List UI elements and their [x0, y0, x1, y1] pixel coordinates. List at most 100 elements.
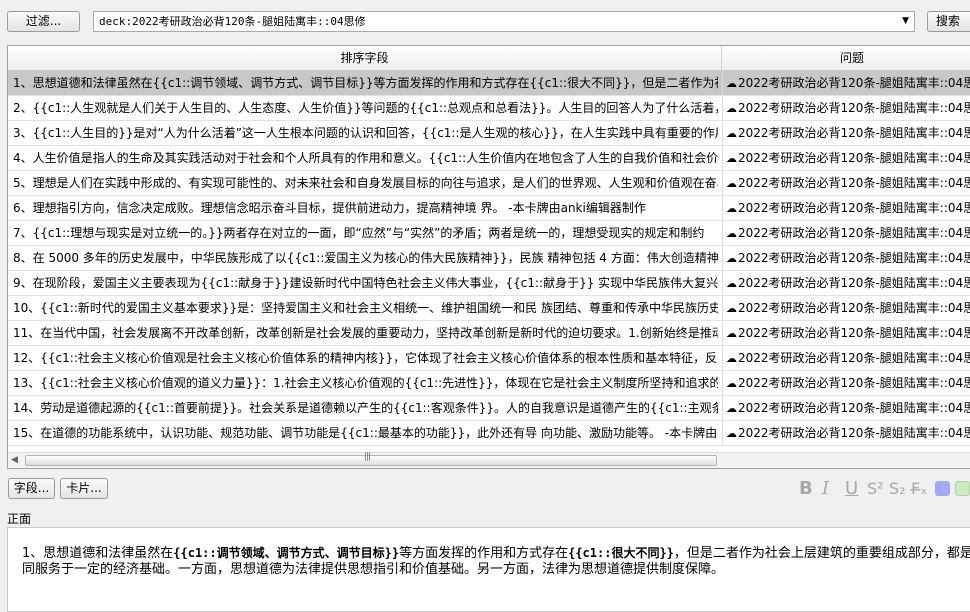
deck-search-dropdown[interactable]: deck:2022考研政治必背120条-腿姐陆寓丰::04思修 ▼ [93, 11, 915, 32]
table-row[interactable]: 13、{{c1::社会主义核心价值观的道义力量}}：1.社会主义核心价值观的{{… [8, 371, 970, 396]
filter-button[interactable]: 过滤... [7, 11, 80, 32]
question-text: 2022考研政治必背120条-腿姐陆寓丰::04思修 [738, 326, 970, 340]
cloud-icon: ☁ [726, 277, 737, 290]
question-text: 2022考研政治必背120条-腿姐陆寓丰::04思修 [738, 76, 970, 90]
chevron-down-icon[interactable]: ▼ [902, 12, 909, 31]
column-header-sort-field[interactable]: 排序字段 [8, 46, 722, 70]
cell-sort-field: 8、在 5000 多年的历史发展中，中华民族形成了以{{c1::爱国主义为核心的… [13, 251, 718, 265]
question-text: 2022考研政治必背120条-腿姐陆寓丰::04思修 [738, 176, 970, 190]
clear-format-icon[interactable]: F̶ₓ [911, 479, 927, 499]
search-button[interactable]: 搜索 [927, 11, 970, 32]
cell-sort-field: 10、{{c1::新时代的爱国主义基本要求}}是：坚持爱国主义和社会主义相统一、… [13, 301, 718, 315]
card-list-table: 排序字段 问题 1、思想道德和法律虽然在{{c1::调节领域、调节方式、调节目标… [7, 45, 970, 469]
cloud-icon: ☁ [726, 152, 737, 165]
question-text: 2022考研政治必背120条-腿姐陆寓丰::04思修 [738, 376, 970, 390]
question-text: 2022考研政治必背120条-腿姐陆寓丰::04思修 [738, 301, 970, 315]
cloud-icon: ☁ [726, 252, 737, 265]
cloud-icon: ☁ [726, 302, 737, 315]
table-row[interactable]: 9、在现阶段，爱国主义主要表现为{{c1::献身于}}建设新时代中国特色社会主义… [8, 271, 970, 296]
cell-question: ☁2022考研政治必背120条-腿姐陆寓丰::04思修 [722, 121, 970, 145]
text-color-swatch[interactable] [935, 481, 950, 496]
table-row[interactable]: 8、在 5000 多年的历史发展中，中华民族形成了以{{c1::爱国主义为核心的… [8, 246, 970, 271]
question-text: 2022考研政治必背120条-腿姐陆寓丰::04思修 [738, 101, 970, 115]
question-text: 2022考研政治必背120条-腿姐陆寓丰::04思修 [738, 426, 970, 440]
table-row[interactable]: 3、{{c1::人生目的}}是对“人为什么活着”这一人生根本问题的认识和回答，{… [8, 121, 970, 146]
cloud-icon: ☁ [726, 227, 737, 240]
cell-question: ☁2022考研政治必背120条-腿姐陆寓丰::04思修 [722, 171, 970, 195]
cell-sort-field: 4、人生价值是指人的生命及其实践活动对于社会和个人所具有的作用和意义。{{c1:… [13, 151, 718, 165]
cell-question: ☁2022考研政治必背120条-腿姐陆寓丰::04思修 [722, 346, 970, 370]
table-row[interactable]: 10、{{c1::新时代的爱国主义基本要求}}是：坚持爱国主义和社会主义相统一、… [8, 296, 970, 321]
cloud-icon: ☁ [726, 352, 737, 365]
cell-sort-field: 5、理想是人们在实践中形成的、有实现可能性的、对未来社会和自身发展目标的向往与追… [13, 176, 718, 190]
cell-question: ☁2022考研政治必背120条-腿姐陆寓丰::04思修 [722, 196, 970, 220]
cell-question: ☁2022考研政治必背120条-腿姐陆寓丰::04思修 [722, 96, 970, 120]
cards-button[interactable]: 卡片... [60, 478, 108, 499]
table-row[interactable]: 15、在道德的功能系统中，认识功能、规范功能、调节功能是{{c1::最基本的功能… [8, 421, 970, 446]
table-row[interactable]: 4、人生价值是指人的生命及其实践活动对于社会和个人所具有的作用和意义。{{c1:… [8, 146, 970, 171]
grip-icon: ||| [364, 452, 371, 462]
fields-button[interactable]: 字段... [8, 478, 55, 499]
cell-question: ☁2022考研政治必背120条-腿姐陆寓丰::04思修 [722, 421, 970, 445]
cloud-icon: ☁ [726, 177, 737, 190]
cloud-icon: ☁ [726, 102, 737, 115]
question-text: 2022考研政治必背120条-腿姐陆寓丰::04思修 [738, 401, 970, 415]
table-row[interactable]: 6、理想指引方向，信念决定成败。理想信念昭示奋斗目标，提供前进动力，提高精神境 … [8, 196, 970, 221]
cloud-icon: ☁ [726, 327, 737, 340]
cloze-text: {{c1::很大不同}} [568, 546, 674, 560]
cell-sort-field: 1、思想道德和法律虽然在{{c1::调节领域、调节方式、调节目标}}等方面发挥的… [13, 76, 718, 90]
cell-sort-field: 12、{{c1::社会主义核心价值观是社会主义核心价值体系的精神内核}}，它体现… [13, 351, 718, 365]
table-header: 排序字段 问题 [8, 46, 970, 71]
cell-question: ☁2022考研政治必背120条-腿姐陆寓丰::04思修 [722, 396, 970, 420]
question-text: 2022考研政治必背120条-腿姐陆寓丰::04思修 [738, 126, 970, 140]
field-label-front: 正面 [7, 512, 32, 526]
cell-question: ☁2022考研政治必背120条-腿姐陆寓丰::04思修 [722, 296, 970, 320]
editor-line-1: 1、思想道德和法律虽然在{{c1::调节领域、调节方式、调节目标}}等方面发挥的… [22, 545, 970, 562]
cell-question: ☁2022考研政治必背120条-腿姐陆寓丰::04思修 [722, 321, 970, 345]
cloud-icon: ☁ [726, 377, 737, 390]
underline-icon[interactable]: U [845, 479, 858, 499]
cloud-icon: ☁ [726, 77, 737, 90]
arrow-left-icon[interactable]: ◀ [11, 455, 18, 465]
subscript-icon[interactable]: S₂ [889, 479, 906, 499]
editor-text: 等方面发挥的作用和方式存在 [399, 546, 569, 561]
cloud-icon: ☁ [726, 127, 737, 140]
table-row[interactable]: 14、劳动是道德起源的{{c1::首要前提}}。社会关系是道德赖以产生的{{c1… [8, 396, 970, 421]
column-header-question[interactable]: 问题 [722, 46, 970, 70]
editor-line-2: 同服务于一定的经济基础。一方面，思想道德为法律提供思想指引和价值基础。另一方面，… [22, 562, 970, 578]
highlight-color-swatch[interactable] [955, 481, 970, 496]
cell-question: ☁2022考研政治必背120条-腿姐陆寓丰::04思修 [722, 221, 970, 245]
superscript-icon[interactable]: S² [867, 479, 884, 499]
front-field-editor[interactable]: 1、思想道德和法律虽然在{{c1::调节领域、调节方式、调节目标}}等方面发挥的… [7, 527, 970, 612]
table-row[interactable]: 12、{{c1::社会主义核心价值观是社会主义核心价值体系的精神内核}}，它体现… [8, 346, 970, 371]
question-text: 2022考研政治必背120条-腿姐陆寓丰::04思修 [738, 151, 970, 165]
cell-sort-field: 15、在道德的功能系统中，认识功能、规范功能、调节功能是{{c1::最基本的功能… [13, 426, 718, 440]
cloze-text: {{c1::调节领域、调节方式、调节目标}} [173, 546, 400, 560]
bold-icon[interactable]: B [799, 479, 813, 499]
editor-text: 同服务于一定的经济基础。一方面，思想道德为法律提供思想指引和价值基础。另一方面，… [22, 562, 725, 577]
cloud-icon: ☁ [726, 427, 737, 440]
horizontal-scrollbar[interactable]: ◀ ||| [8, 452, 970, 468]
cell-sort-field: 14、劳动是道德起源的{{c1::首要前提}}。社会关系是道德赖以产生的{{c1… [13, 401, 718, 415]
cell-sort-field: 13、{{c1::社会主义核心价值观的道义力量}}：1.社会主义核心价值观的{{… [13, 376, 718, 390]
cell-sort-field: 2、{{c1::人生观就是人们关于人生目的、人生态度、人生价值}}等问题的{{c… [13, 101, 718, 115]
cloud-icon: ☁ [726, 402, 737, 415]
table-row[interactable]: 1、思想道德和法律虽然在{{c1::调节领域、调节方式、调节目标}}等方面发挥的… [8, 71, 970, 96]
cell-question: ☁2022考研政治必背120条-腿姐陆寓丰::04思修 [722, 246, 970, 270]
table-row[interactable]: 2、{{c1::人生观就是人们关于人生目的、人生态度、人生价值}}等问题的{{c… [8, 96, 970, 121]
editor-text: ，但是二者作为社会上层建筑的重要组成部分，都是维护社会秩序、规范人们思想和行为的… [673, 546, 970, 561]
cell-sort-field: 11、在当代中国，社会发展离不开改革创新，改革创新是社会发展的重要动力，坚持改革… [13, 326, 718, 340]
cell-sort-field: 3、{{c1::人生目的}}是对“人为什么活着”这一人生根本问题的认识和回答，{… [13, 126, 718, 140]
cell-sort-field: 9、在现阶段，爱国主义主要表现为{{c1::献身于}}建设新时代中国特色社会主义… [13, 276, 718, 290]
table-row[interactable]: 11、在当代中国，社会发展离不开改革创新，改革创新是社会发展的重要动力，坚持改革… [8, 321, 970, 346]
cell-question: ☁2022考研政治必背120条-腿姐陆寓丰::04思修 [722, 146, 970, 170]
italic-icon[interactable]: I [822, 479, 829, 499]
cell-question: ☁2022考研政治必背120条-腿姐陆寓丰::04思修 [722, 371, 970, 395]
table-row[interactable]: 7、{{c1::理想与现实是对立统一的。}}两者存在对立的一面，即“应然”与“实… [8, 221, 970, 246]
question-text: 2022考研政治必背120条-腿姐陆寓丰::04思修 [738, 226, 970, 240]
table-row[interactable]: 5、理想是人们在实践中形成的、有实现可能性的、对未来社会和自身发展目标的向往与追… [8, 171, 970, 196]
scrollbar-thumb[interactable]: ||| [25, 452, 717, 466]
question-text: 2022考研政治必背120条-腿姐陆寓丰::04思修 [738, 276, 970, 290]
question-text: 2022考研政治必背120条-腿姐陆寓丰::04思修 [738, 351, 970, 365]
cell-sort-field: 6、理想指引方向，信念决定成败。理想信念昭示奋斗目标，提供前进动力，提高精神境 … [13, 201, 646, 215]
